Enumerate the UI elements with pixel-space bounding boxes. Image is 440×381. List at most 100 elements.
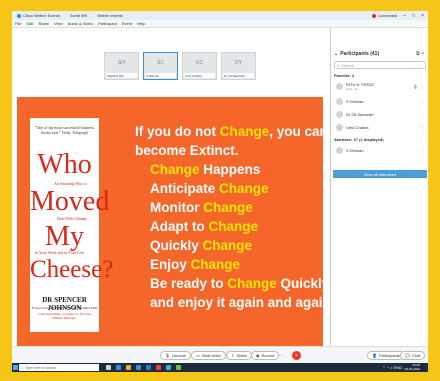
more-icon[interactable]: ⋮ [420,148,424,153]
close-icon[interactable]: × [421,13,424,19]
video-thumbnail[interactable]: SH SHAIKH MD [104,52,139,80]
more-options-button[interactable]: ··· [275,351,287,360]
webex-icon [17,13,21,18]
thumbnail-name: S Dhiman [145,73,176,78]
slide-line: and enjoy it again and again [150,295,331,310]
participant-name: RITU H. FIROZ [346,81,374,87]
view-all-attendees-button[interactable]: View all attendees [333,170,427,178]
avatar [336,123,343,131]
task-view-icon[interactable] [106,365,111,370]
participants-label: Participants [378,353,400,358]
taskbar-clock[interactable]: 16:48 09-04-2022 [404,363,420,371]
menu-file[interactable]: File [15,21,21,26]
participant-row[interactable]: S Dhiman ⋮ [336,95,424,107]
menu-bar: File Edit Share View Audio & Video Parti… [12,20,428,28]
more-icon[interactable]: ⋮ [420,99,424,104]
slide-highlight: Change [150,162,200,177]
menu-help[interactable]: Help [137,21,145,26]
taskbar-search-placeholder: Type here to search [24,365,56,370]
leave-meeting-button[interactable]: × [292,351,301,360]
share-icon: ⇪ [231,353,235,358]
unmute-button[interactable]: 🎙 Unmute [160,351,192,360]
participant-name: Dr Gil Saramah [346,111,374,117]
slide-text: Anticipate [150,181,220,196]
store-icon[interactable] [136,365,141,370]
avatar [336,146,343,154]
attendees-section-label[interactable]: Attendee: 37 (1 displayed) [334,137,384,142]
participant-row[interactable]: Uma Chakra ⋮ [336,121,424,133]
menu-audio-video[interactable]: Audio & Video [68,21,93,26]
webex-taskbar-icon[interactable] [166,365,171,370]
slide-text: If you do not [135,124,220,139]
search-placeholder: Search [341,62,354,68]
video-thumbnail[interactable]: UC Uma Chakra [182,52,217,80]
connection-status[interactable]: Connected [371,13,397,18]
chrome-icon[interactable] [156,365,161,370]
share-button[interactable]: ⇪ Share [226,351,253,360]
popout-icon[interactable]: ⧉ [416,51,420,57]
book-title-moved: Moved [30,186,110,217]
menu-edit[interactable]: Edit [26,21,33,26]
file-explorer-icon[interactable] [126,365,131,370]
chat-button[interactable]: 💬 Chat [400,351,426,360]
avatar [336,110,343,118]
slide-highlight: Change [219,124,270,139]
record-label: Record [261,353,275,358]
participant-name: S Dhiman [346,98,364,104]
thumbnail-initials: SH [118,60,125,66]
thumbnail-initials: UC [195,60,204,66]
participant-row[interactable]: Dr Gil Saramah ⋮ [336,108,424,120]
menu-share[interactable]: Share [38,21,49,26]
clock-date: 09-04-2022 [404,366,420,371]
minimize-icon[interactable]: – [403,13,406,19]
slide-line: Quickly Change [135,236,323,255]
participant-row[interactable]: RITU H. FIROZ Host, me 🎙 ⋮ [336,80,424,92]
slide-text-block: If you do not Change, you can become Ext… [135,122,331,312]
more-icon[interactable]: ⋮ [420,125,424,130]
participant-name-block: RITU H. FIROZ Host, me [346,82,411,91]
search-icon: ⌕ [337,62,340,68]
mail-icon[interactable] [146,365,151,370]
slide-text: Quickly [150,238,203,253]
tab-webex-events[interactable]: Cisco Webex Events [12,11,65,20]
slide-text: Be ready to [150,276,228,291]
search-icon: ⌕ [21,365,23,370]
avatar [336,97,343,105]
microphone-icon[interactable]: 🎙 [413,84,418,89]
share-label: Share [236,353,248,358]
slide-highlight: Change [190,257,241,272]
tab-label: Webex events [97,13,123,18]
taskbar-search-input[interactable]: ⌕ Type here to search [19,364,99,371]
edge-icon[interactable] [116,365,121,370]
shared-slide: "One of the most successful business boo… [17,97,331,350]
participant-name: Uma Chakra [346,124,369,130]
app-icon[interactable] [176,365,181,370]
windows-start-icon[interactable] [13,365,18,370]
menu-event[interactable]: Event [122,21,132,26]
menu-participant[interactable]: Participant [98,21,117,26]
more-icon[interactable]: ⋮ [420,112,424,117]
book-coauthor-note: Joint bestselling co-author of The One M… [37,312,92,320]
more-icon[interactable]: ⋮ [420,84,424,89]
system-tray[interactable]: ⌃ ◔ ♪ ENG [382,365,402,370]
book-quote: "One of the most successful business boo… [34,125,95,135]
menu-view[interactable]: View [54,21,63,26]
language-indicator[interactable]: ENG [393,365,402,370]
maximize-icon[interactable]: □ [412,13,415,19]
chevron-down-icon[interactable]: ⌄ [334,51,338,57]
participants-title: Participants (41) [340,51,380,57]
video-thumbnail[interactable]: DY Dr Gil Saramah [221,52,256,80]
participant-row[interactable]: S Dhiman ⋮ [336,144,424,156]
screenshot-frame: Cisco Webex Events Saniti WK Webex event… [12,11,428,372]
people-icon: 👤 [372,353,377,358]
video-thumbnail-active[interactable]: SC S Dhiman [143,52,178,80]
participant-search-input[interactable]: ⌕ Search [334,61,426,69]
thumbnail-initials: DY [235,60,242,66]
tab-events[interactable]: Webex events [92,11,127,20]
panelists-section-label[interactable]: Panelist: 4 [334,73,354,78]
slide-highlight: Change [219,181,269,196]
close-panel-icon[interactable]: × [421,51,424,57]
tab-saniti[interactable]: Saniti WK [65,11,93,20]
start-video-button[interactable]: ▭ Start video [191,351,226,360]
slide-line: become Extinct. [135,143,239,158]
